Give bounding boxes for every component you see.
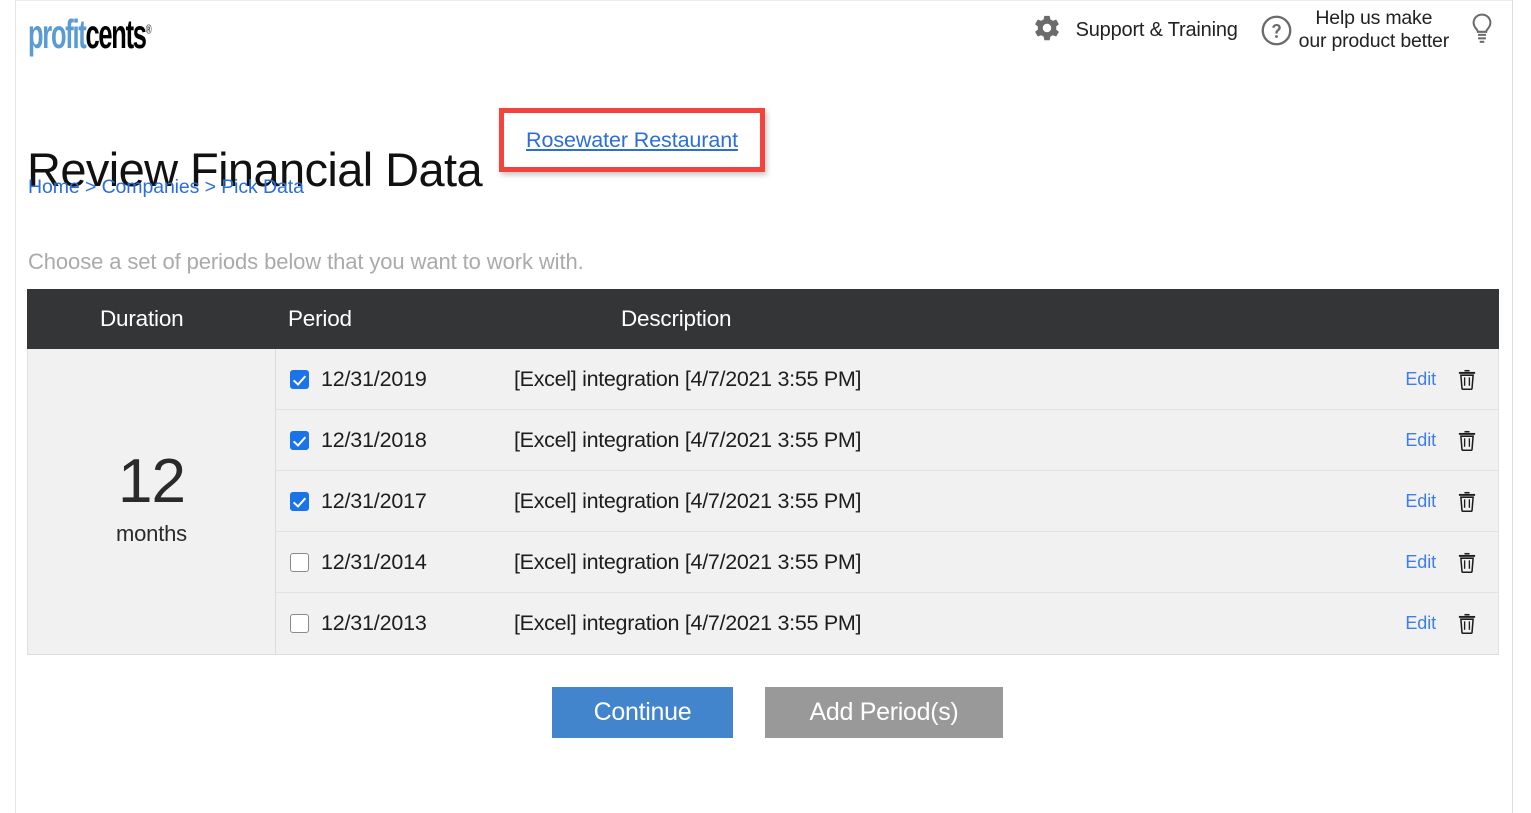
lightbulb-icon[interactable] (1467, 12, 1497, 48)
logo-text-profit: profit (28, 11, 87, 57)
breadcrumb: Home > Companies > Pick Data (28, 176, 304, 199)
column-header-period: Period (288, 306, 352, 331)
breadcrumb-separator-2: > (204, 176, 216, 198)
row-actions: Edit (1405, 552, 1476, 573)
periods-table-body: 12 months 12/31/2019 [Excel] integration… (27, 349, 1499, 655)
help-feedback-line2: our product better (1298, 30, 1450, 52)
breadcrumb-item-pick-data[interactable]: Pick Data (221, 176, 304, 198)
trash-icon[interactable] (1458, 613, 1476, 634)
breadcrumb-item-home[interactable]: Home (28, 176, 80, 198)
period-date: 12/31/2018 (321, 427, 427, 452)
table-row: 12/31/2019 [Excel] integration [4/7/2021… (276, 349, 1498, 410)
period-date: 12/31/2019 (321, 366, 427, 391)
company-name-link[interactable]: Rosewater Restaurant (526, 128, 738, 153)
support-and-training-link[interactable]: Support & Training (1030, 13, 1238, 47)
table-row: 12/31/2013 [Excel] integration [4/7/2021… (276, 593, 1498, 654)
period-checkbox[interactable] (290, 430, 309, 450)
help-feedback-line1: Help us make (1315, 7, 1433, 29)
period-description: [Excel] integration [4/7/2021 3:55 PM] (514, 549, 862, 574)
period-date: 12/31/2017 (321, 488, 427, 513)
period-description: [Excel] integration [4/7/2021 3:55 PM] (514, 611, 862, 635)
period-rows: 12/31/2019 [Excel] integration [4/7/2021… (276, 349, 1498, 654)
question-circle-icon (1261, 15, 1292, 45)
duration-cell: 12 months (28, 349, 276, 654)
continue-button[interactable]: Continue (552, 687, 733, 738)
add-periods-button[interactable]: Add Period(s) (765, 687, 1003, 738)
header-utility-bar: Support & Training Help us make our prod… (1030, 2, 1497, 58)
column-header-description: Description (621, 306, 732, 331)
period-checkbox[interactable] (290, 614, 309, 633)
period-description: [Excel] integration [4/7/2021 3:55 PM] (514, 427, 862, 452)
breadcrumb-separator-1: > (84, 176, 97, 198)
period-date: 12/31/2014 (321, 549, 427, 574)
duration-value: 12 (118, 447, 186, 516)
trash-icon[interactable] (1458, 369, 1476, 390)
period-checkbox[interactable] (290, 369, 309, 389)
instruction-text: Choose a set of periods below that you w… (28, 249, 584, 274)
profitcents-logo[interactable]: profitcents® (28, 14, 152, 55)
page-top-rule (16, 0, 1512, 1)
gear-icon (1034, 15, 1059, 41)
column-header-duration: Duration (100, 306, 184, 331)
period-date: 12/31/2013 (321, 611, 427, 635)
help-feedback-link[interactable]: Help us make our product better (1238, 7, 1449, 53)
period-description: [Excel] integration [4/7/2021 3:55 PM] (514, 366, 862, 391)
table-row: 12/31/2014 [Excel] integration [4/7/2021… (276, 532, 1498, 593)
edit-link[interactable]: Edit (1405, 552, 1436, 573)
support-and-training-label: Support & Training (1075, 18, 1238, 41)
edit-link[interactable]: Edit (1405, 369, 1436, 390)
edit-link[interactable]: Edit (1405, 613, 1436, 634)
duration-unit: months (116, 521, 187, 546)
breadcrumb-item-companies[interactable]: Companies (102, 176, 200, 198)
period-description: [Excel] integration [4/7/2021 3:55 PM] (514, 488, 862, 513)
trash-icon[interactable] (1458, 491, 1476, 512)
periods-table-header: Duration Period Description (27, 289, 1499, 349)
trash-icon[interactable] (1458, 430, 1476, 451)
help-feedback-label: Help us make our product better (1298, 7, 1450, 53)
trash-icon[interactable] (1458, 552, 1476, 573)
period-checkbox[interactable] (290, 491, 309, 511)
action-buttons: Continue Add Period(s) (0, 687, 1531, 738)
row-actions: Edit (1405, 491, 1476, 512)
logo-text-cents: cents (85, 11, 147, 57)
periods-table: Duration Period Description 12 months 12… (27, 289, 1499, 655)
row-actions: Edit (1405, 430, 1476, 451)
row-actions: Edit (1405, 613, 1476, 634)
row-actions: Edit (1405, 369, 1476, 390)
edit-link[interactable]: Edit (1405, 491, 1436, 512)
table-row: 12/31/2018 [Excel] integration [4/7/2021… (276, 410, 1498, 471)
edit-link[interactable]: Edit (1405, 430, 1436, 451)
page-root: profitcents® Support & Training Help us … (0, 0, 1531, 813)
registered-mark: ® (145, 21, 152, 37)
period-checkbox[interactable] (290, 552, 309, 572)
company-name-highlight-box: Rosewater Restaurant (499, 108, 765, 172)
table-row: 12/31/2017 [Excel] integration [4/7/2021… (276, 471, 1498, 532)
